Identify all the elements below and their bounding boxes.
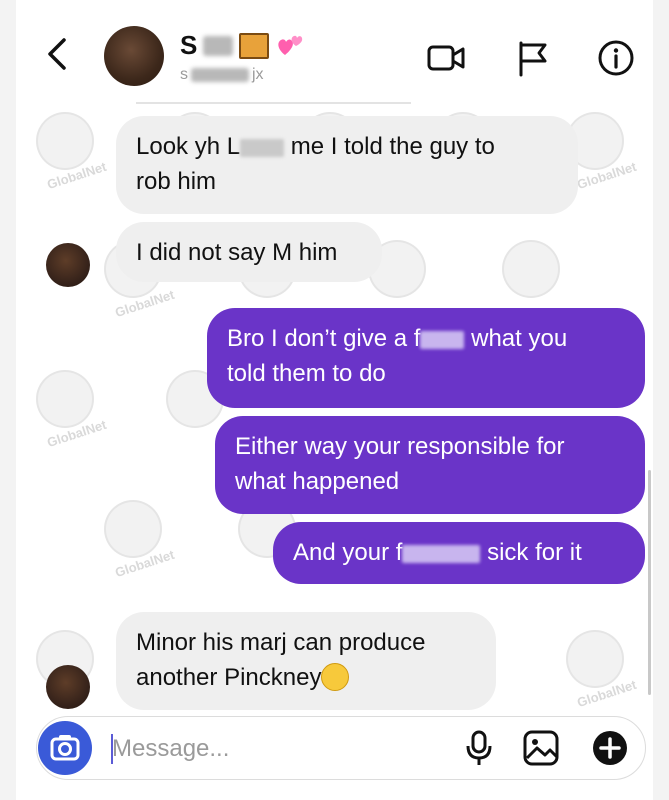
camera-button[interactable]: [38, 721, 92, 775]
contact-name[interactable]: S: [180, 30, 305, 61]
outgoing-message[interactable]: Bro I don’t give a f what you told them …: [207, 308, 645, 408]
hearts-icon: [278, 35, 303, 55]
sender-avatar[interactable]: [46, 665, 90, 709]
message-line: told them to do: [227, 360, 386, 387]
message-line: Bro I don’t give a f what you: [227, 325, 568, 352]
message-line: Minor his marj can produce: [136, 629, 426, 656]
watermark-text: GlobalNet: [113, 546, 177, 581]
incoming-message[interactable]: Look yh L me I told the guy to rob him: [116, 116, 578, 214]
contact-username: s jx: [180, 66, 264, 83]
censored-text: [240, 138, 285, 157]
message-line: what happened: [235, 468, 400, 495]
incoming-message[interactable]: I did not say M him: [116, 222, 382, 282]
chat-header: S s jx: [16, 0, 653, 100]
watermark-text: GlobalNet: [45, 416, 109, 451]
contact-name-visible: S: [180, 30, 198, 60]
watermark-text: GlobalNet: [575, 158, 639, 193]
watermark-text: GlobalNet: [113, 286, 177, 321]
censored-text: [420, 330, 465, 349]
plus-circle-icon[interactable]: [590, 728, 630, 768]
watermark-text: GlobalNet: [575, 676, 639, 711]
censored-text: [402, 544, 481, 563]
flag-icon[interactable]: [513, 38, 553, 78]
message-input[interactable]: [112, 732, 432, 766]
watermark-text: GlobalNet: [45, 158, 109, 193]
laughing-emoji-icon: [321, 662, 350, 691]
gallery-icon[interactable]: [521, 728, 561, 768]
camera-icon: [50, 735, 80, 761]
message-line: I did not say M him: [136, 239, 338, 266]
outgoing-message[interactable]: And your f sick for it: [273, 522, 645, 584]
watermark-globe-icon: [566, 630, 624, 688]
info-icon[interactable]: [596, 38, 636, 78]
emoji-icon: [239, 32, 270, 59]
chat-screen: S s jx GlobalNet GlobalNet GlobalNet Glo…: [16, 0, 653, 800]
back-chevron-icon[interactable]: [42, 34, 72, 74]
message-line: another Pinckney: [136, 660, 476, 695]
watermark-globe-icon: [36, 112, 94, 170]
microphone-icon[interactable]: [462, 728, 496, 768]
header-divider: [136, 102, 411, 104]
message-line: Either way your responsible for: [235, 433, 565, 460]
watermark-globe-icon: [502, 240, 560, 298]
redacted-username: [191, 68, 249, 82]
message-line: Look yh L me I told the guy to: [136, 133, 495, 160]
watermark-globe-icon: [104, 500, 162, 558]
outgoing-message[interactable]: Either way your responsible for what hap…: [215, 416, 645, 514]
watermark-globe-icon: [36, 370, 94, 428]
redacted-name: [203, 35, 234, 56]
scrollbar[interactable]: [648, 470, 651, 695]
incoming-message[interactable]: Minor his marj can produce another Pinck…: [116, 612, 496, 710]
sender-avatar[interactable]: [46, 243, 90, 287]
message-line: And your f sick for it: [293, 539, 582, 566]
video-call-icon[interactable]: [426, 38, 466, 78]
message-line: rob him: [136, 168, 217, 195]
contact-avatar[interactable]: [104, 26, 164, 86]
